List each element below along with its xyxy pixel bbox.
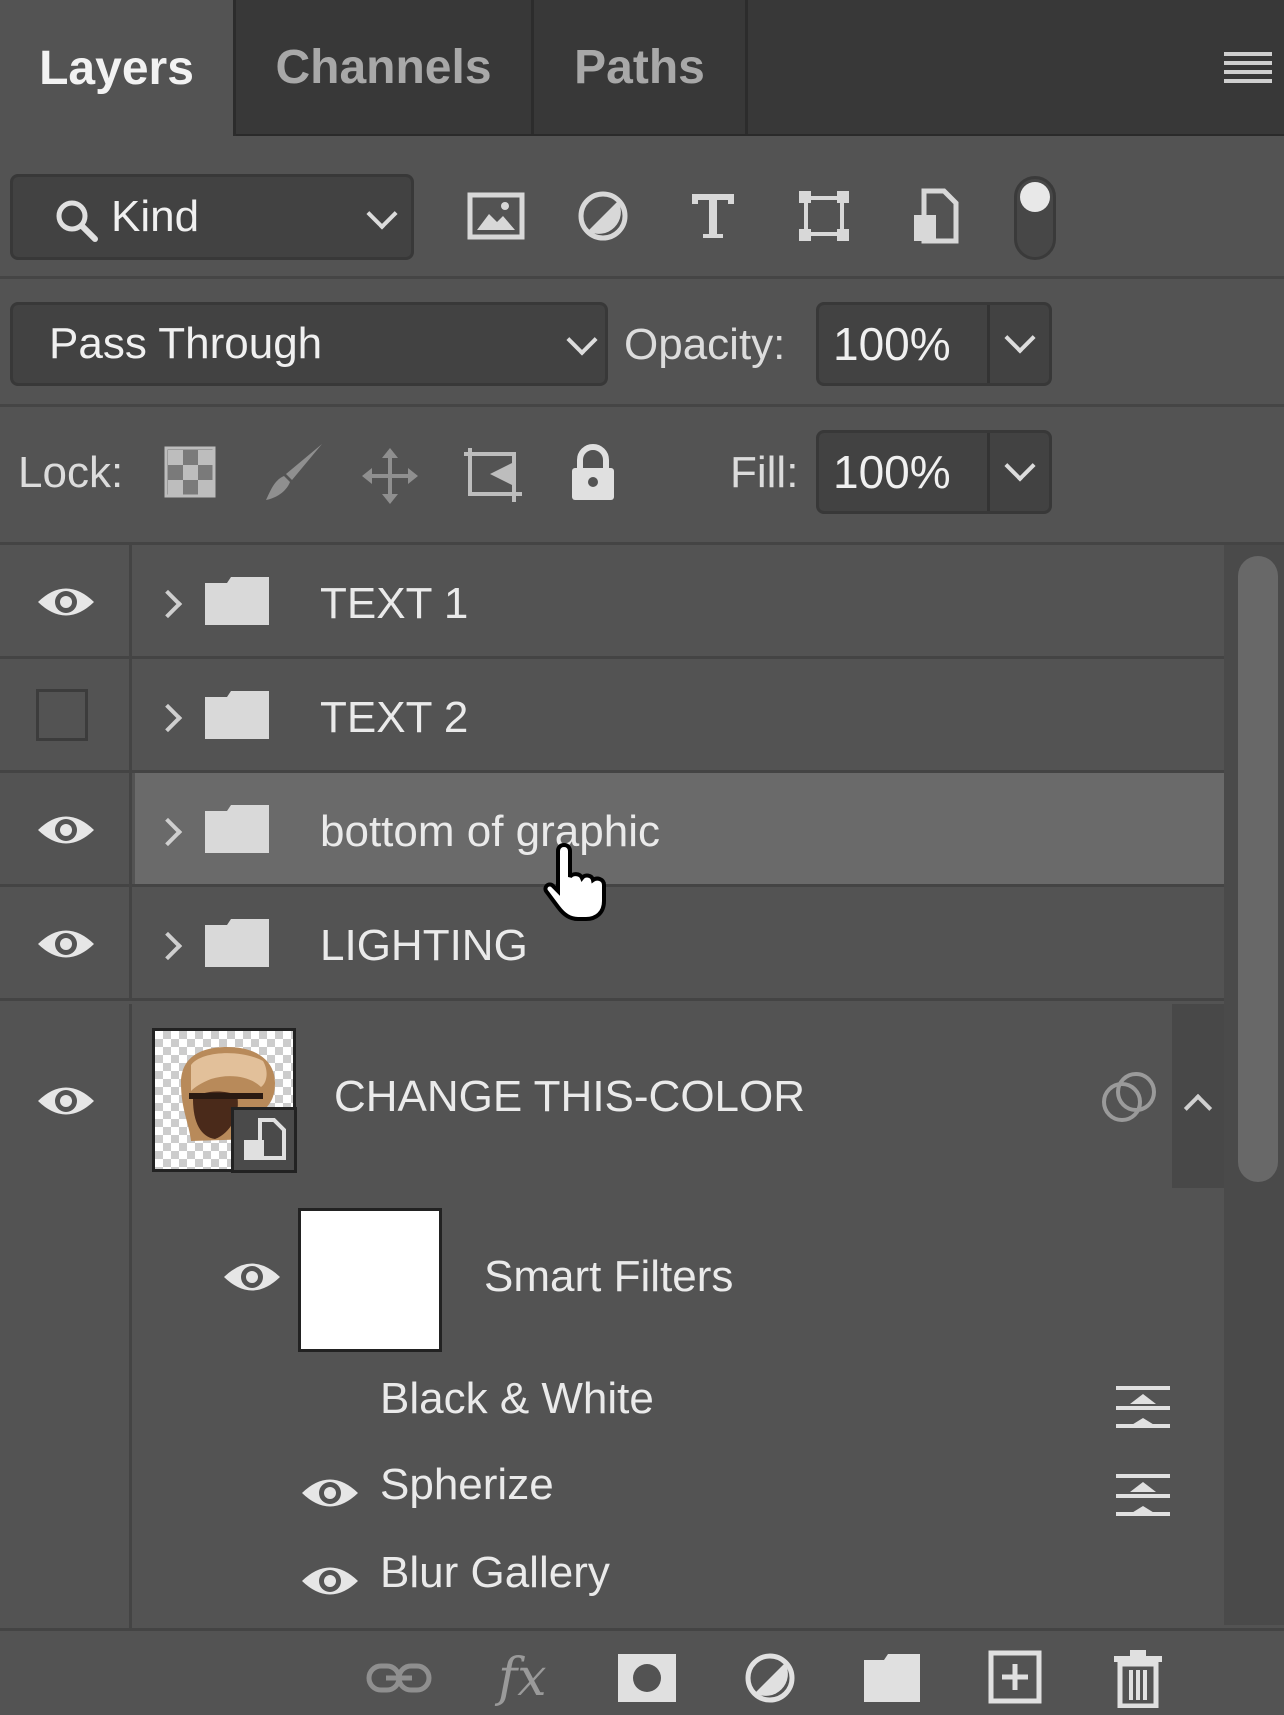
eye-icon[interactable] (36, 925, 96, 963)
panel-tab-bar: Layers Channels Paths (0, 0, 1284, 136)
tab-channels[interactable]: Channels (236, 0, 534, 134)
expand-arrow-icon[interactable] (153, 589, 183, 619)
opacity-value[interactable]: 100% (833, 305, 951, 383)
hidden-visibility-box[interactable] (36, 689, 88, 741)
chevron-down-icon (366, 198, 398, 230)
layer-name[interactable]: CHANGE THIS-COLOR (334, 1072, 805, 1122)
smart-object-badge-icon (231, 1107, 297, 1173)
smart-filter-overlap-icon (1102, 1072, 1156, 1122)
eye-icon[interactable] (36, 1082, 96, 1120)
layer-row-bottom-of-graphic[interactable]: bottom of graphic (0, 773, 1224, 921)
lock-image-pixels-icon[interactable] (262, 440, 328, 506)
folder-icon (205, 805, 269, 853)
layer-row-text-2[interactable]: TEXT 2 (0, 659, 1224, 773)
trash-icon[interactable] (1112, 1648, 1164, 1708)
shape-filter-icon[interactable] (794, 185, 854, 247)
eye-icon[interactable] (36, 583, 96, 621)
eye-icon[interactable] (36, 811, 96, 849)
blending-options-icon[interactable] (1114, 1472, 1172, 1516)
layer-row-lighting[interactable]: LIGHTING (0, 887, 1224, 1001)
fx-icon[interactable]: fx (498, 1648, 547, 1708)
smart-object-filter-icon[interactable] (905, 185, 965, 247)
new-group-icon[interactable] (864, 1654, 920, 1702)
smart-filters-label[interactable]: Smart Filters (484, 1252, 733, 1302)
adjustment-filter-icon[interactable] (573, 185, 633, 247)
filter-kind-label: Kind (111, 192, 200, 241)
filter-name[interactable]: Black & White (380, 1374, 654, 1424)
lock-all-icon[interactable] (568, 444, 618, 502)
fill-field[interactable]: 100% (816, 430, 1052, 514)
collapse-effects-button[interactable] (1172, 1004, 1224, 1188)
fill-label: Fill: (730, 448, 799, 497)
blend-mode-value: Pass Through (49, 319, 323, 368)
image-filter-icon[interactable] (466, 185, 526, 247)
filter-name[interactable]: Blur Gallery (380, 1548, 610, 1598)
expand-arrow-icon[interactable] (153, 703, 183, 733)
fill-dropdown-chevron-icon[interactable] (1004, 450, 1036, 482)
lock-transparent-pixels-icon[interactable] (164, 446, 216, 498)
tab-paths[interactable]: Paths (534, 0, 748, 134)
layer-row-text-1[interactable]: TEXT 1 (0, 545, 1224, 659)
eye-icon[interactable] (222, 1258, 282, 1296)
layer-thumbnail[interactable] (152, 1028, 297, 1173)
lock-artboard-icon[interactable] (460, 444, 526, 504)
opacity-label: Opacity: (624, 320, 786, 369)
type-filter-icon[interactable] (683, 185, 743, 247)
add-mask-icon[interactable] (618, 1654, 676, 1702)
layer-name[interactable]: LIGHTING (320, 921, 528, 971)
search-icon (56, 200, 98, 242)
layer-name[interactable]: TEXT 2 (320, 693, 468, 743)
fill-value[interactable]: 100% (833, 433, 951, 511)
new-layer-icon[interactable] (988, 1650, 1042, 1704)
folder-icon (205, 919, 269, 967)
blending-options-icon[interactable] (1114, 1384, 1172, 1428)
filter-kind-dropdown[interactable]: Kind (10, 174, 414, 260)
filter-name[interactable]: Spherize (380, 1460, 554, 1510)
opacity-dropdown-chevron-icon[interactable] (1004, 322, 1036, 354)
smart-filter-mask-thumbnail[interactable] (298, 1208, 442, 1352)
scrollbar-thumb[interactable] (1238, 556, 1278, 1182)
panel-menu-icon[interactable] (1224, 52, 1272, 86)
visibility-toggle[interactable] (0, 545, 132, 656)
tab-layers[interactable]: Layers (0, 0, 236, 136)
visibility-toggle[interactable] (0, 887, 132, 998)
lock-position-icon[interactable] (360, 446, 420, 506)
adjustment-layer-icon[interactable] (744, 1652, 796, 1704)
visibility-toggle[interactable] (0, 773, 132, 884)
chevron-up-icon[interactable] (1183, 1093, 1213, 1123)
folder-icon (205, 577, 269, 625)
visibility-toggle[interactable] (0, 659, 132, 770)
chevron-down-icon (566, 324, 598, 356)
expand-arrow-icon[interactable] (153, 931, 183, 961)
lock-label: Lock: (18, 448, 124, 497)
opacity-field[interactable]: 100% (816, 302, 1052, 386)
blend-mode-dropdown[interactable]: Pass Through (10, 302, 608, 386)
filter-toggle-icon[interactable] (1014, 176, 1056, 260)
layer-row-change-this-color[interactable]: CHANGE THIS-COLOR Smart Filters Black & … (0, 1004, 1224, 1628)
folder-icon (205, 691, 269, 739)
link-layers-icon[interactable] (366, 1660, 432, 1696)
eye-icon[interactable] (300, 1474, 360, 1512)
eye-icon[interactable] (300, 1562, 360, 1600)
layer-name[interactable]: TEXT 1 (320, 579, 468, 629)
